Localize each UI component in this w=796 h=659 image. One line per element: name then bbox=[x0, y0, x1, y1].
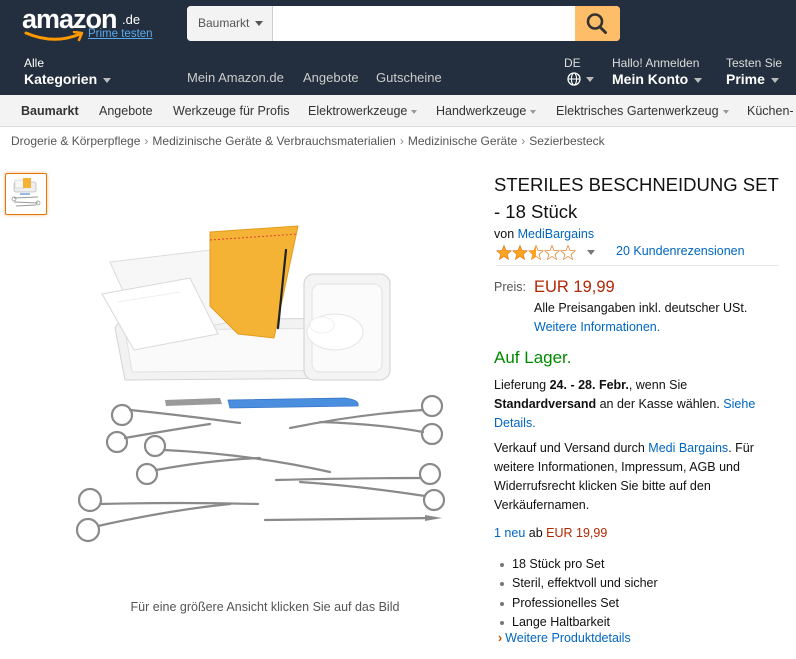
smile-arrow-icon bbox=[24, 31, 84, 42]
nav-link-mein-amazon[interactable]: Mein Amazon.de bbox=[187, 70, 284, 85]
chevron-down-icon[interactable] bbox=[587, 250, 595, 255]
chevron-right-icon: › bbox=[498, 631, 503, 645]
more-details-link[interactable]: Weitere Produktdetails bbox=[505, 631, 631, 645]
delivery-method: Standardversand bbox=[494, 397, 597, 411]
delivery-middle: , wenn Sie bbox=[628, 378, 688, 392]
chevron-down-icon bbox=[103, 77, 112, 83]
breadcrumb-item[interactable]: Drogerie & Körperpflege bbox=[11, 134, 140, 148]
feature-bullet: Professionelles Set bbox=[498, 594, 658, 613]
categories-line2: Kategorien bbox=[24, 71, 98, 87]
search-bar: Baumarkt bbox=[187, 6, 620, 41]
feature-bullet: Lange Haltbarkeit bbox=[498, 613, 658, 632]
feature-bullet: Steril, effektvoll und sicher bbox=[498, 574, 658, 593]
feature-bullets: 18 Stück pro Set Steril, effektvoll und … bbox=[498, 555, 658, 632]
subnav-label: Elektrowerkzeuge bbox=[308, 104, 408, 118]
logo-tld: .de bbox=[122, 12, 141, 27]
brand-link[interactable]: MediBargains bbox=[518, 227, 594, 241]
search-input[interactable] bbox=[273, 6, 575, 41]
more-info-link[interactable]: Weitere Informationen. bbox=[534, 320, 660, 334]
nav-link-angebote[interactable]: Angebote bbox=[303, 70, 359, 85]
feature-bullet: 18 Stück pro Set bbox=[498, 555, 658, 574]
subnav-item-kuechen[interactable]: Küchen- bbox=[747, 104, 794, 118]
availability-status: Auf Lager. bbox=[494, 348, 572, 367]
chevron-down-icon bbox=[530, 109, 537, 114]
more-details-row[interactable]: › Weitere Produktdetails bbox=[498, 631, 631, 645]
reviews-link[interactable]: 20 Kundenrezensionen bbox=[616, 244, 745, 258]
offers-price: EUR 19,99 bbox=[546, 526, 608, 540]
image-caption: Für eine größere Ansicht klicken Sie auf… bbox=[130, 600, 400, 614]
offers-middle: ab bbox=[525, 526, 547, 540]
chevron-down-icon bbox=[694, 77, 703, 83]
language-selector[interactable]: DE bbox=[564, 56, 594, 86]
chevron-down-icon bbox=[411, 109, 418, 114]
breadcrumb-separator: › bbox=[144, 134, 149, 148]
breadcrumb-item[interactable]: Medizinische Geräte & Verbrauchsmaterial… bbox=[152, 134, 395, 148]
product-thumbnail-image bbox=[11, 178, 41, 207]
other-offers: 1 neu ab EUR 19,99 bbox=[494, 526, 607, 540]
delivery-info: Lieferung 24. - 28. Febr., wenn Sie Stan… bbox=[494, 376, 784, 433]
byline-prefix: von bbox=[494, 227, 515, 241]
globe-icon bbox=[567, 72, 581, 86]
rating-row: 20 Kundenrezensionen bbox=[496, 244, 778, 266]
categories-line1: Alle bbox=[24, 56, 45, 70]
chevron-down-icon bbox=[770, 77, 779, 83]
breadcrumb-separator: › bbox=[399, 134, 404, 148]
breadcrumb: Drogerie & Körperpflege › Medizinische Ger… bbox=[11, 134, 605, 148]
subnav-item-werkzeuge-profis[interactable]: Werkzeuge für Profis bbox=[173, 104, 289, 118]
search-category-dropdown[interactable]: Baumarkt bbox=[187, 6, 273, 41]
surgical-set-image bbox=[75, 225, 446, 543]
delivery-dates: 24. - 28. Febr. bbox=[549, 378, 629, 392]
language-code: DE bbox=[564, 56, 581, 70]
product-byline: von MediBargains bbox=[494, 227, 594, 241]
search-button[interactable] bbox=[575, 6, 620, 41]
subnav-label: Handwerkzeuge bbox=[436, 104, 527, 118]
prime-label: Prime bbox=[726, 71, 765, 87]
prime-trial-link[interactable]: Prime testen bbox=[88, 28, 153, 40]
chevron-down-icon bbox=[722, 109, 729, 114]
product-title: STERILES BESCHNEIDUNG SET - 18 Stück bbox=[494, 174, 779, 222]
account-label: Mein Konto bbox=[612, 71, 689, 87]
prime-line1: Testen Sie bbox=[726, 56, 783, 70]
prime-menu[interactable]: Testen Sie Prime bbox=[726, 56, 782, 88]
subnav-item-elektrowerkzeuge[interactable]: Elektrowerkzeuge bbox=[308, 104, 418, 118]
account-greeting: Hallo! Anmelden bbox=[612, 56, 700, 70]
seller-info: Verkauf und Versand durch Medi Bargains.… bbox=[494, 439, 784, 515]
seller-link[interactable]: Medi Bargains bbox=[648, 441, 728, 455]
vat-note: Alle Preisangaben inkl. deutscher USt. bbox=[534, 301, 748, 315]
breadcrumb-item[interactable]: Medizinische Geräte bbox=[408, 134, 517, 148]
breadcrumb-item[interactable]: Sezierbesteck bbox=[529, 134, 604, 148]
all-categories-menu[interactable]: Alle Kategorien bbox=[24, 56, 112, 88]
seller-prefix: Verkauf und Versand durch bbox=[494, 441, 649, 455]
delivery-prefix: Lieferung bbox=[494, 378, 550, 392]
account-menu[interactable]: Hallo! Anmelden Mein Konto bbox=[612, 56, 703, 88]
top-header: amazon .de Prime testen Baumarkt Alle Ka… bbox=[0, 0, 796, 95]
nav-link-gutscheine[interactable]: Gutscheine bbox=[376, 70, 442, 85]
search-icon bbox=[586, 13, 607, 34]
subnav-item-handwerkzeuge[interactable]: Handwerkzeuge bbox=[436, 104, 537, 118]
chevron-down-icon bbox=[255, 21, 263, 26]
star-rating-icon[interactable] bbox=[496, 244, 578, 262]
subnav-item-gartenwerkzeug[interactable]: Elektrisches Gartenwerkzeug bbox=[556, 104, 729, 118]
price-value: EUR 19,99 bbox=[534, 278, 615, 296]
department-nav: Baumarkt Angebote Werkzeuge für Profis E… bbox=[0, 95, 796, 127]
amazon-logo[interactable]: amazon .de Prime testen bbox=[22, 4, 153, 42]
search-category-label: Baumarkt bbox=[198, 16, 250, 30]
subnav-item-baumarkt[interactable]: Baumarkt bbox=[21, 104, 79, 118]
main-product-image[interactable] bbox=[60, 210, 470, 600]
delivery-suffix: an der Kasse wählen. bbox=[596, 397, 724, 411]
subnav-label: Elektrisches Gartenwerkzeug bbox=[556, 104, 719, 118]
product-thumbnail[interactable] bbox=[5, 173, 47, 215]
price-label: Preis: bbox=[494, 280, 526, 294]
subnav-item-angebote[interactable]: Angebote bbox=[99, 104, 153, 118]
new-offers-link[interactable]: 1 neu bbox=[494, 526, 525, 540]
breadcrumb-separator: › bbox=[521, 134, 526, 148]
chevron-down-icon bbox=[586, 77, 594, 82]
